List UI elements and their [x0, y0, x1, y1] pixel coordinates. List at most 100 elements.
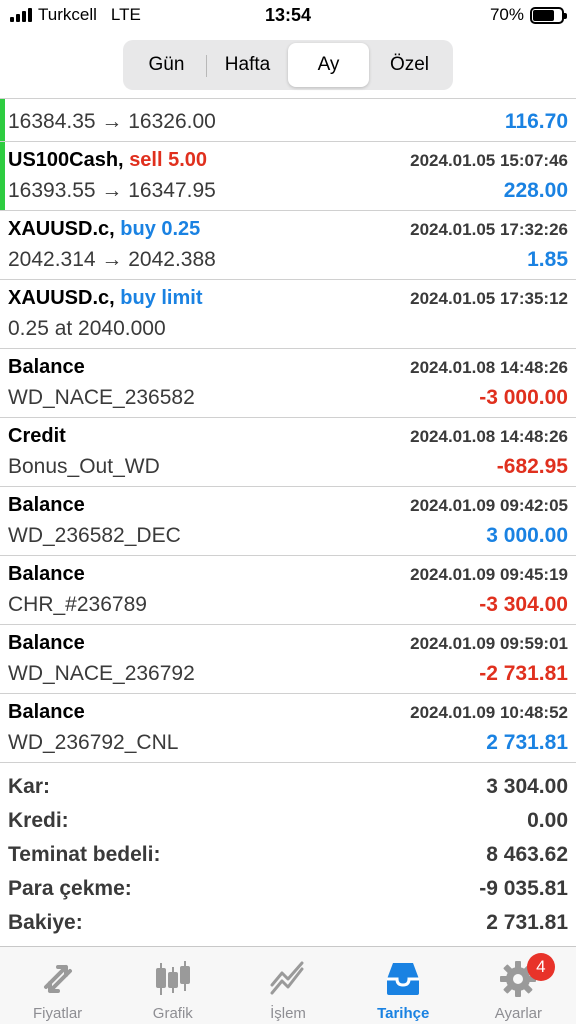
battery-icon	[530, 6, 567, 24]
summary-withdrawal: Para çekme: -9 035.81	[0, 873, 576, 907]
row-detail: 16384.35 → 16326.00	[8, 110, 216, 133]
segment-custom-label: Özel	[389, 54, 430, 75]
row-time: 2024.01.08 14:48:26	[410, 427, 568, 446]
tab-settings[interactable]: Ayarlar 4	[461, 947, 576, 1024]
row-amount: 2 731.81	[486, 731, 568, 754]
segment-day[interactable]: Gün	[126, 43, 207, 87]
tab-quotes-label: Fiyatlar	[33, 1005, 83, 1022]
row-time: 2024.01.09 10:48:52	[410, 703, 568, 722]
row-action: sell 5.00	[129, 149, 208, 171]
summary-label: Kar:	[8, 775, 51, 798]
row-detail: Bonus_Out_WD	[8, 455, 160, 478]
tab-trade[interactable]: İşlem	[230, 947, 345, 1024]
row-title: Balance	[8, 494, 85, 516]
segment-month-label: Ay	[317, 54, 340, 75]
row-symbol: XAUUSD.c,	[8, 218, 115, 240]
history-inbox-icon	[387, 963, 420, 995]
segmented-control: Gün Hafta Ay Özel	[123, 40, 453, 90]
row-detail: WD_NACE_236582	[8, 386, 195, 409]
summary-value: 2 731.81	[486, 911, 568, 934]
trade-icon	[270, 961, 304, 995]
row-amount: -2 731.81	[479, 662, 568, 685]
row-title: Balance	[8, 356, 85, 378]
history-row[interactable]: Balance 2024.01.09 10:48:52 WD_236792_CN…	[0, 694, 576, 763]
row-detail: WD_236582_DEC	[8, 524, 181, 547]
row-amount: 3 000.00	[486, 524, 568, 547]
history-row[interactable]: Balance 2024.01.09 09:45:19 CHR_#236789 …	[0, 556, 576, 625]
tab-history[interactable]: Tarihçe	[346, 947, 461, 1024]
history-row[interactable]: US100Cash, sell 5.00 2024.01.05 15:07:46…	[0, 142, 576, 211]
summary-value: 8 463.62	[486, 843, 568, 866]
row-time: 2024.01.08 14:48:26	[410, 358, 568, 377]
account-summary: Kar: 3 304.00 Kredi: 0.00 Teminat bedeli…	[0, 771, 576, 941]
tab-settings-label: Ayarlar	[494, 1005, 543, 1022]
summary-value: 0.00	[527, 809, 568, 832]
history-row-partial[interactable]: 16384.35 → 16326.00 116.70	[0, 99, 576, 142]
history-row[interactable]: Balance 2024.01.09 09:59:01 WD_NACE_2367…	[0, 625, 576, 694]
row-detail: 16393.55 → 16347.95	[8, 179, 216, 202]
status-right: 70%	[489, 5, 567, 25]
row-time: 2024.01.05 17:35:12	[410, 289, 568, 308]
row-time: 2024.01.09 09:45:19	[410, 565, 568, 584]
period-selector: Gün Hafta Ay Özel	[0, 40, 576, 90]
row-amount: -3 000.00	[479, 386, 568, 409]
segment-week[interactable]: Hafta	[207, 43, 288, 87]
row-amount: 116.70	[504, 110, 568, 133]
status-bar: Turkcell LTE 13:54 70%	[0, 0, 576, 34]
segment-week-label: Hafta	[224, 54, 271, 75]
history-row[interactable]: Balance 2024.01.09 09:42:05 WD_236582_DE…	[0, 487, 576, 556]
row-title: XAUUSD.c, buy limit	[8, 287, 203, 310]
summary-value: -9 035.81	[479, 877, 568, 900]
row-amount: 228.00	[503, 179, 568, 202]
summary-profit: Kar: 3 304.00	[0, 771, 576, 805]
open-position-marker	[0, 99, 5, 141]
history-row[interactable]: Balance 2024.01.08 14:48:26 WD_NACE_2365…	[0, 349, 576, 418]
row-detail: WD_236792_CNL	[8, 731, 179, 754]
history-list[interactable]: 16384.35 → 16326.00 116.70 US100Cash, se…	[0, 98, 576, 765]
summary-value: 3 304.00	[486, 775, 568, 798]
row-time: 2024.01.09 09:42:05	[410, 496, 568, 515]
row-detail: CHR_#236789	[8, 593, 147, 616]
segment-month[interactable]: Ay	[288, 43, 369, 87]
row-detail: WD_NACE_236792	[8, 662, 195, 685]
segment-day-label: Gün	[148, 54, 185, 75]
row-title: Balance	[8, 632, 85, 654]
row-time: 2024.01.09 09:59:01	[410, 634, 568, 653]
row-detail: 0.25 at 2040.000	[8, 317, 166, 340]
quotes-icon	[43, 965, 72, 993]
summary-balance: Bakiye: 2 731.81	[0, 907, 576, 941]
tab-quotes[interactable]: Fiyatlar	[0, 947, 115, 1024]
row-time: 2024.01.05 15:07:46	[410, 151, 568, 170]
tab-bar: Fiyatlar Grafik İşlem Tarihçe Ayarlar 4	[0, 946, 576, 1024]
row-title: US100Cash, sell 5.00	[8, 149, 207, 172]
row-amount: -3 304.00	[479, 593, 568, 616]
tab-history-label: Tarihçe	[377, 1005, 430, 1022]
row-amount: -682.95	[496, 455, 568, 478]
summary-label: Kredi:	[8, 809, 69, 832]
history-row[interactable]: Credit 2024.01.08 14:48:26 Bonus_Out_WD …	[0, 418, 576, 487]
row-action: buy 0.25	[120, 218, 201, 240]
history-row[interactable]: XAUUSD.c, buy limit 2024.01.05 17:35:12 …	[0, 280, 576, 349]
summary-deposit: Teminat bedeli: 8 463.62	[0, 839, 576, 873]
row-detail: 2042.314 → 2042.388	[8, 248, 216, 271]
row-amount: 1.85	[527, 248, 568, 271]
row-title: XAUUSD.c, buy 0.25	[8, 218, 200, 241]
tab-chart-label: Grafik	[152, 1005, 193, 1022]
battery-percent: 70%	[489, 5, 524, 24]
row-title: Balance	[8, 701, 85, 723]
row-action: buy limit	[120, 287, 203, 309]
summary-label: Teminat bedeli:	[8, 843, 161, 866]
row-title: Balance	[8, 563, 85, 585]
summary-credit: Kredi: 0.00	[0, 805, 576, 839]
summary-label: Para çekme:	[8, 877, 132, 900]
tab-chart[interactable]: Grafik	[115, 947, 230, 1024]
row-symbol: XAUUSD.c,	[8, 287, 115, 309]
summary-label: Bakiye:	[8, 911, 83, 934]
row-time: 2024.01.05 17:32:26	[410, 220, 568, 239]
notification-badge: 4	[526, 953, 555, 981]
row-title: Credit	[8, 425, 66, 447]
segment-custom[interactable]: Özel	[369, 43, 450, 87]
tab-trade-label: İşlem	[270, 1005, 306, 1022]
row-symbol: US100Cash,	[8, 149, 124, 171]
history-row[interactable]: XAUUSD.c, buy 0.25 2024.01.05 17:32:26 2…	[0, 211, 576, 280]
